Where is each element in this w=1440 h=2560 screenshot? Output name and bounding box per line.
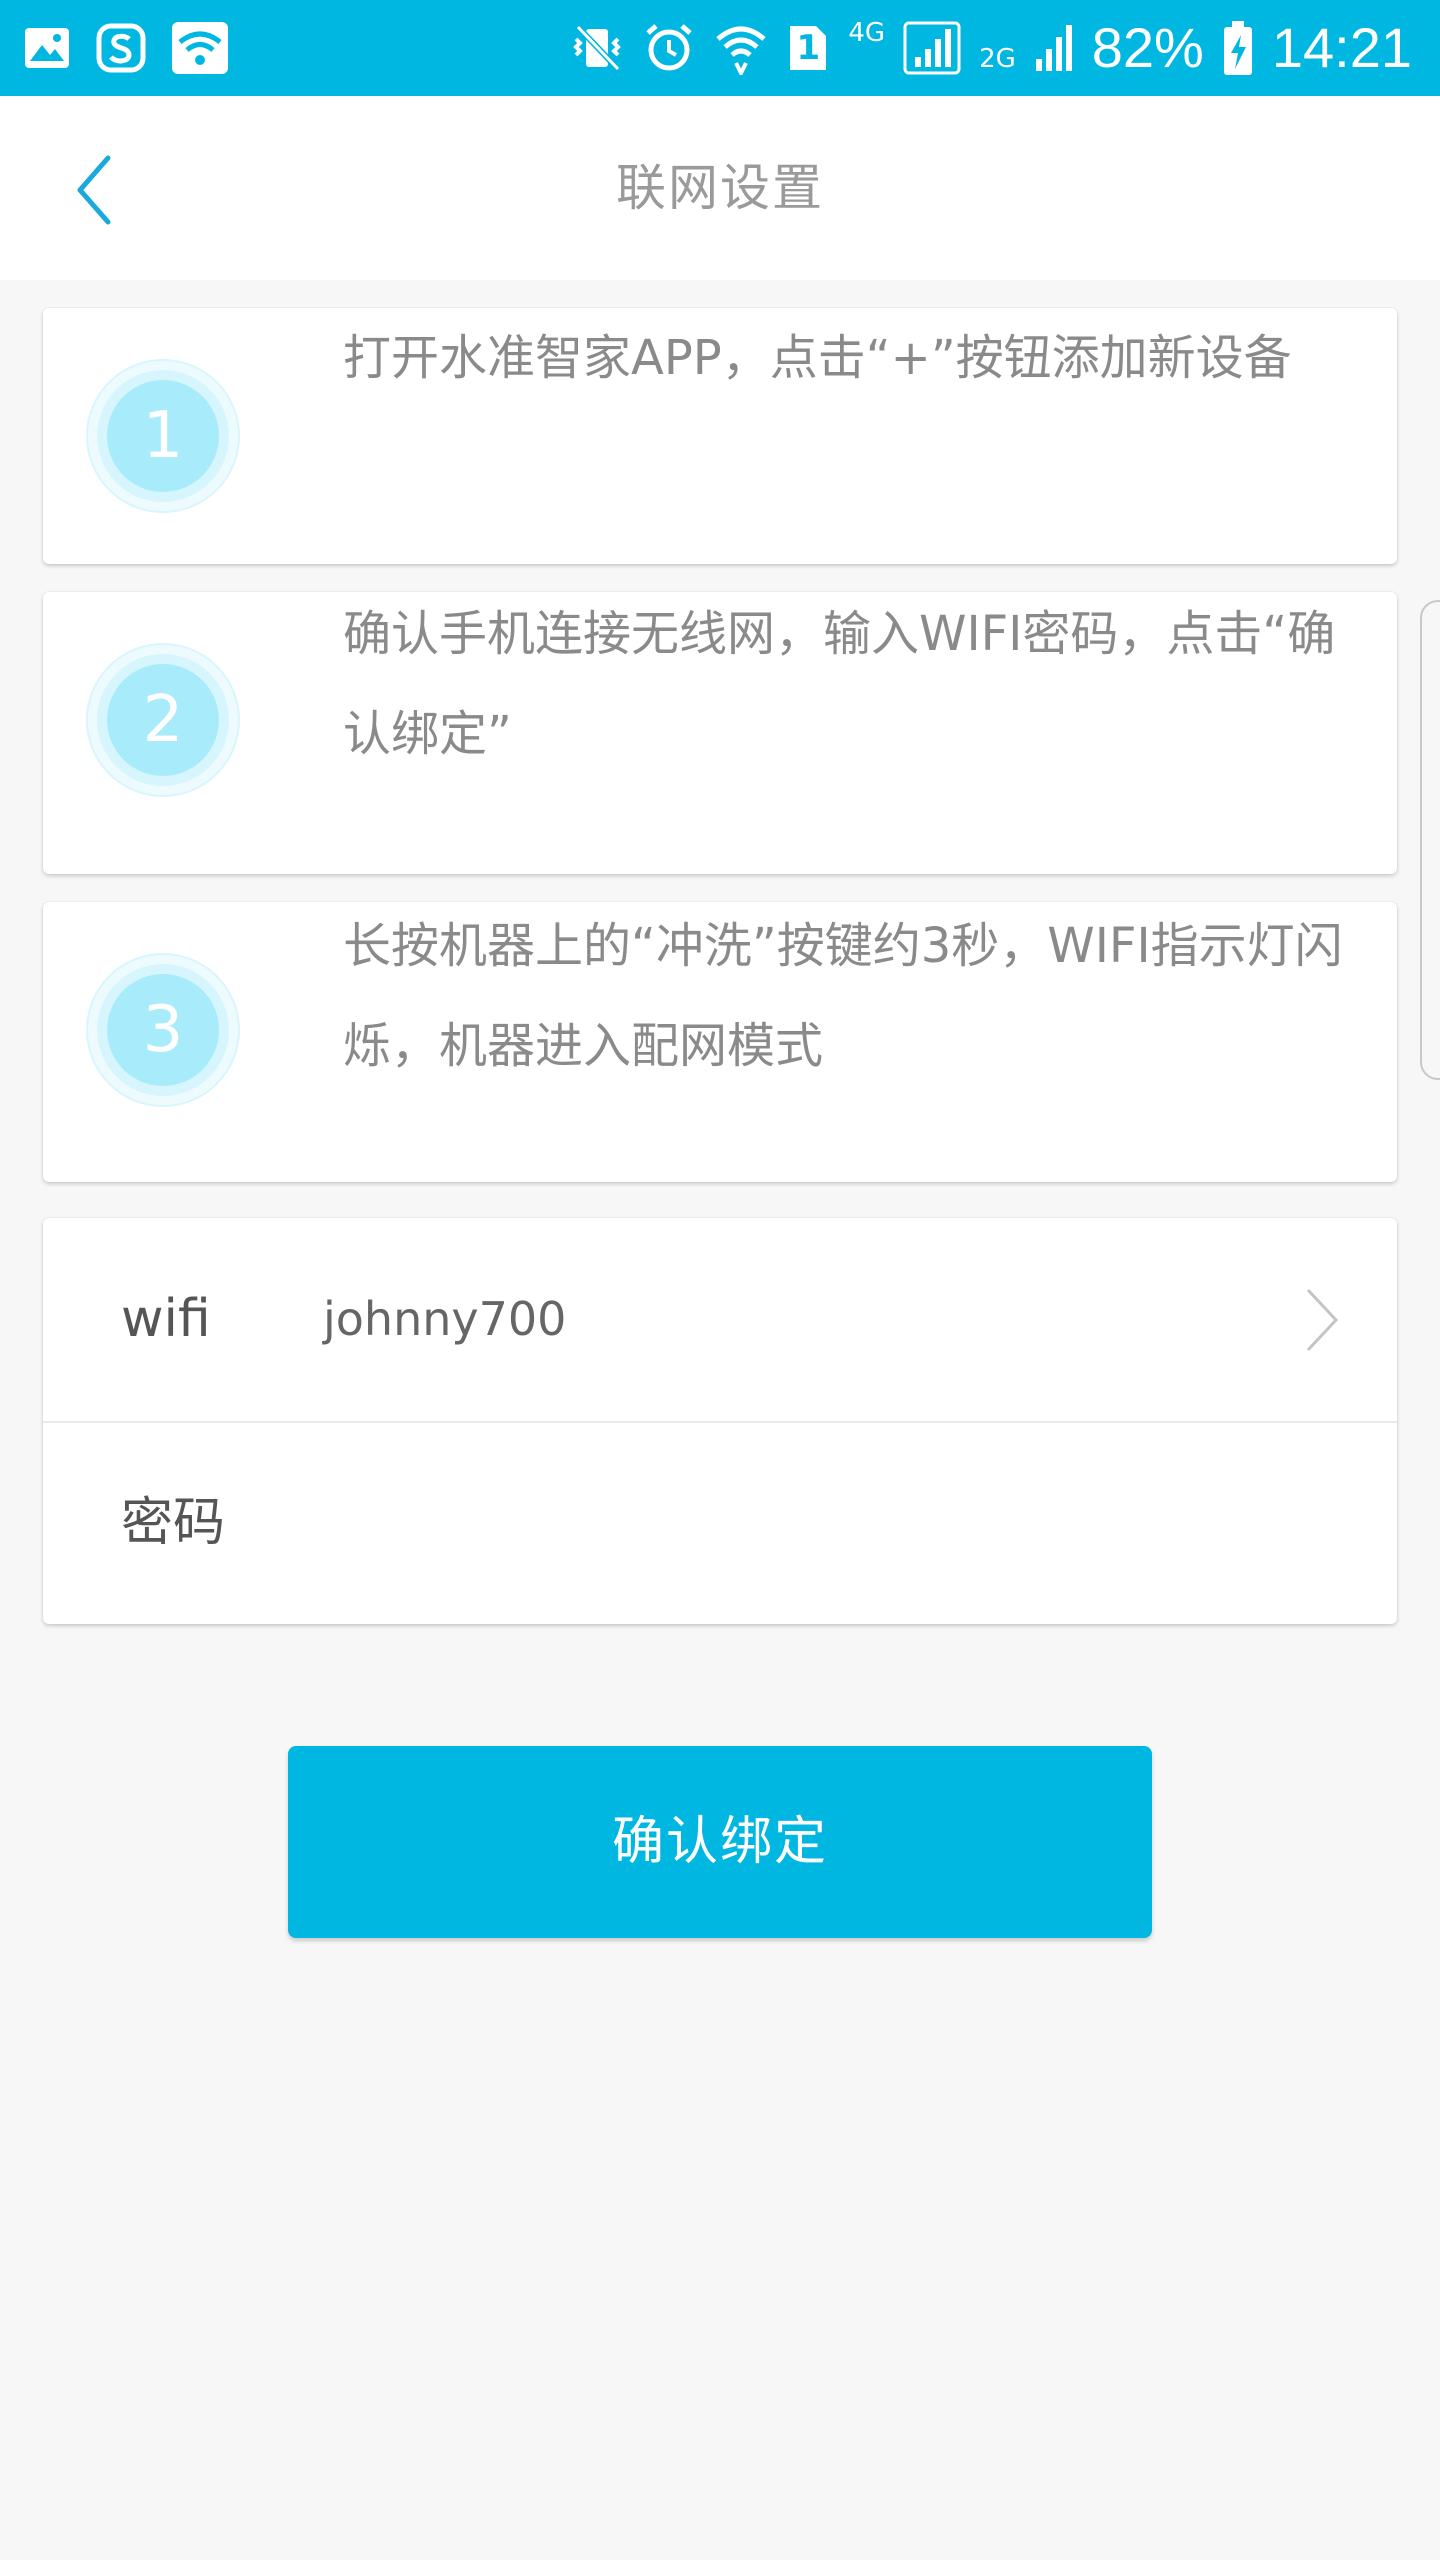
status-bar-left	[22, 20, 230, 76]
network-form: wifi johnny700 密码	[43, 1218, 1397, 1625]
wifi-app-icon	[170, 20, 230, 76]
step-card-1: 1 打开水准智家APP，点击“+”按钮添加新设备	[43, 308, 1397, 564]
step-card-2: 2 确认手机连接无线网，输入WIFI密码，点击“确认绑定”	[43, 592, 1397, 874]
step-badge: 2	[85, 642, 241, 798]
wifi-row[interactable]: wifi johnny700	[43, 1218, 1397, 1423]
status-bar: 1 4G 2G 82% 14:21	[0, 0, 1440, 96]
gallery-icon	[22, 23, 72, 73]
sim-icon: 1	[786, 22, 830, 74]
step-number: 1	[142, 399, 184, 473]
battery-icon	[1222, 19, 1254, 77]
step-number: 2	[142, 683, 184, 757]
page-title: 联网设置	[616, 159, 824, 217]
battery-percent: 82%	[1091, 16, 1204, 79]
vibrate-icon	[570, 21, 624, 75]
chevron-right-icon	[1306, 1288, 1339, 1352]
password-row: 密码	[43, 1422, 1397, 1625]
step-badge: 1	[85, 358, 241, 514]
step-text: 长按机器上的“冲洗”按键约3秒，WIFI指示灯闪烁，机器进入配网模式	[343, 918, 1343, 1074]
wifi-signal-icon	[714, 21, 768, 75]
title-bar: 联网设置	[0, 96, 1440, 280]
password-label: 密码	[121, 1493, 226, 1553]
clock: 14:21	[1271, 16, 1412, 79]
confirm-bind-button[interactable]: 确认绑定	[288, 1746, 1152, 1938]
status-bar-right: 1 4G 2G 82% 14:21	[570, 0, 1412, 96]
password-input[interactable]	[323, 1422, 1277, 1625]
sim-badge: 1	[796, 28, 821, 68]
cell-signal-2-icon	[1034, 23, 1074, 73]
step-number: 3	[142, 993, 184, 1067]
edge-panel-handle[interactable]	[1420, 600, 1440, 1080]
network-4g-label: 4G	[848, 18, 886, 48]
step-card-3: 3 长按机器上的“冲洗”按键约3秒，WIFI指示灯闪烁，机器进入配网模式	[43, 902, 1397, 1182]
step-text: 确认手机连接无线网，输入WIFI密码，点击“确认绑定”	[343, 606, 1336, 762]
step-badge: 3	[85, 952, 241, 1108]
cell-signal-icon	[903, 19, 961, 77]
step-text: 打开水准智家APP，点击“+”按钮添加新设备	[343, 330, 1292, 386]
wifi-ssid-value: johnny700	[323, 1292, 567, 1346]
sogou-icon	[96, 23, 146, 73]
wifi-label: wifi	[121, 1289, 211, 1349]
alarm-icon	[642, 21, 696, 75]
network-2g-label: 2G	[979, 44, 1016, 74]
